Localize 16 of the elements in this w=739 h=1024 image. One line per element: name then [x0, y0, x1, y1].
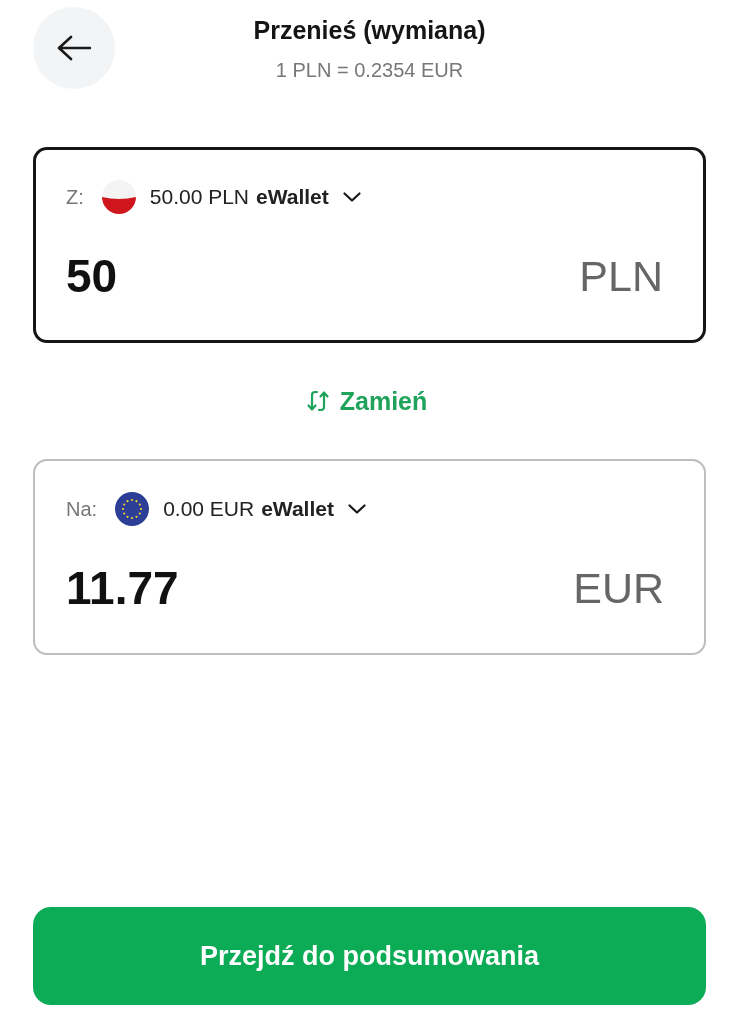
amount-input[interactable]: 11.77 [66, 561, 179, 615]
wallet-selector[interactable]: 0.00 EUR eWallet [115, 492, 366, 526]
flag-icon [115, 492, 150, 526]
back-arrow-icon [57, 35, 91, 61]
wallet-selector[interactable]: 50.00 PLN eWallet [101, 180, 361, 214]
account-label: Na: [66, 497, 98, 521]
swap-arrows-icon [305, 389, 330, 413]
chevron-down-icon [347, 504, 366, 514]
page-title: Przenieś (wymiana) [253, 15, 486, 45]
amount-input[interactable]: 50 [66, 249, 118, 303]
currency-code: EUR [573, 563, 664, 613]
account-label: Z: [66, 185, 84, 209]
flag-icon [101, 180, 136, 214]
currency-code: PLN [579, 251, 663, 301]
chevron-down-icon [342, 192, 361, 202]
exchange-rate: 1 PLN = 0.2354 EUR [275, 58, 464, 83]
